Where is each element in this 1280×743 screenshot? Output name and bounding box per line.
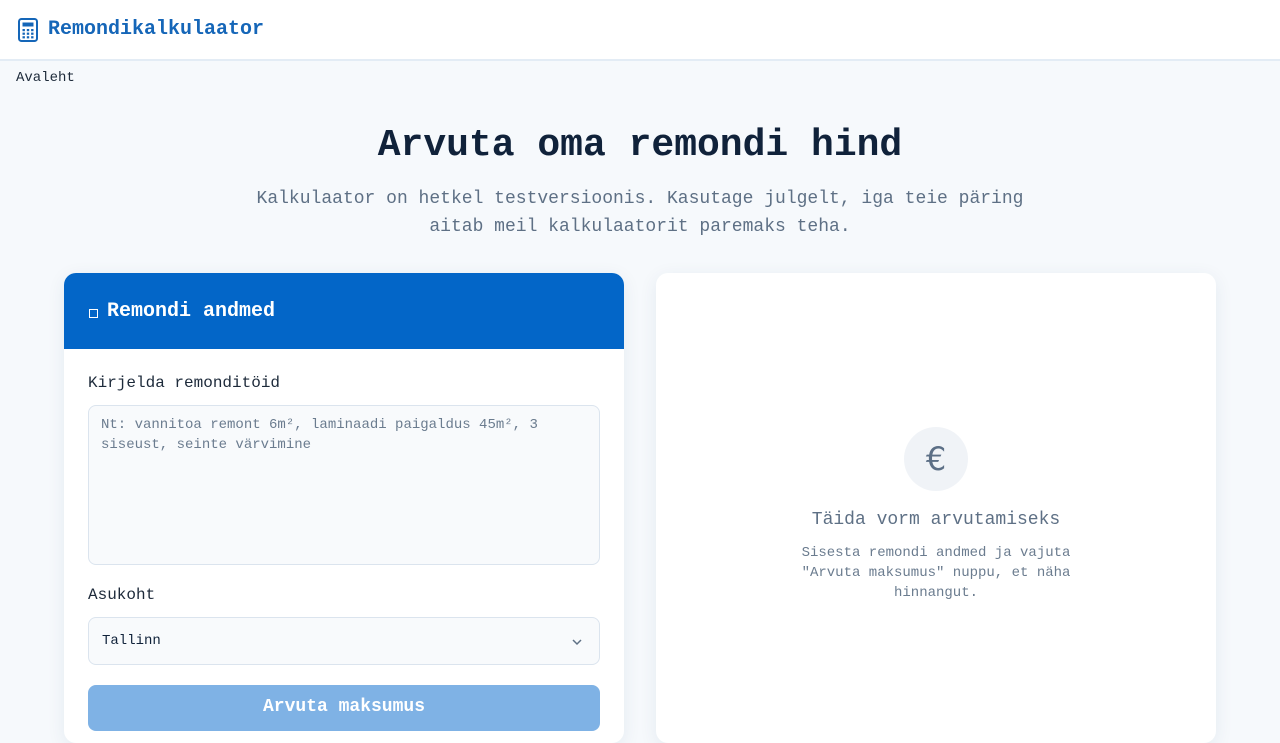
repair-form-card: Remondi andmed Kirjelda remonditöid Asuk… bbox=[64, 273, 624, 743]
euro-icon: € bbox=[904, 427, 968, 491]
description-label: Kirjelda remonditöid bbox=[88, 374, 281, 392]
calculator-icon bbox=[17, 17, 39, 42]
calculate-button[interactable]: Arvuta maksumus bbox=[88, 685, 600, 731]
chevron-down-icon bbox=[571, 636, 583, 648]
square-icon bbox=[89, 308, 98, 318]
location-label: Asukoht bbox=[88, 586, 156, 604]
breadcrumb-home-link[interactable]: Avaleht bbox=[16, 70, 75, 86]
form-card-header: Remondi andmed bbox=[64, 273, 624, 349]
result-card: € Täida vorm arvutamiseks Sisesta remond… bbox=[656, 273, 1216, 743]
brand-logo-link[interactable]: Remondikalkulaator bbox=[17, 17, 265, 42]
description-textarea[interactable] bbox=[88, 405, 600, 565]
location-selected-value: Tallinn bbox=[102, 633, 161, 649]
page-title: Arvuta oma remondi hind bbox=[377, 124, 903, 167]
location-select[interactable]: Tallinn bbox=[88, 617, 600, 665]
result-empty-text: Sisesta remondi andmed ja vajuta "Arvuta… bbox=[801, 545, 1071, 601]
brand-name: Remondikalkulaator bbox=[48, 18, 265, 41]
form-card-title: Remondi andmed bbox=[107, 299, 276, 323]
result-empty-title: Täida vorm arvutamiseks bbox=[811, 510, 1061, 530]
top-navbar: Remondikalkulaator bbox=[0, 0, 1280, 61]
page-subtitle: Kalkulaator on hetkel testversioonis. Ka… bbox=[256, 189, 1024, 237]
